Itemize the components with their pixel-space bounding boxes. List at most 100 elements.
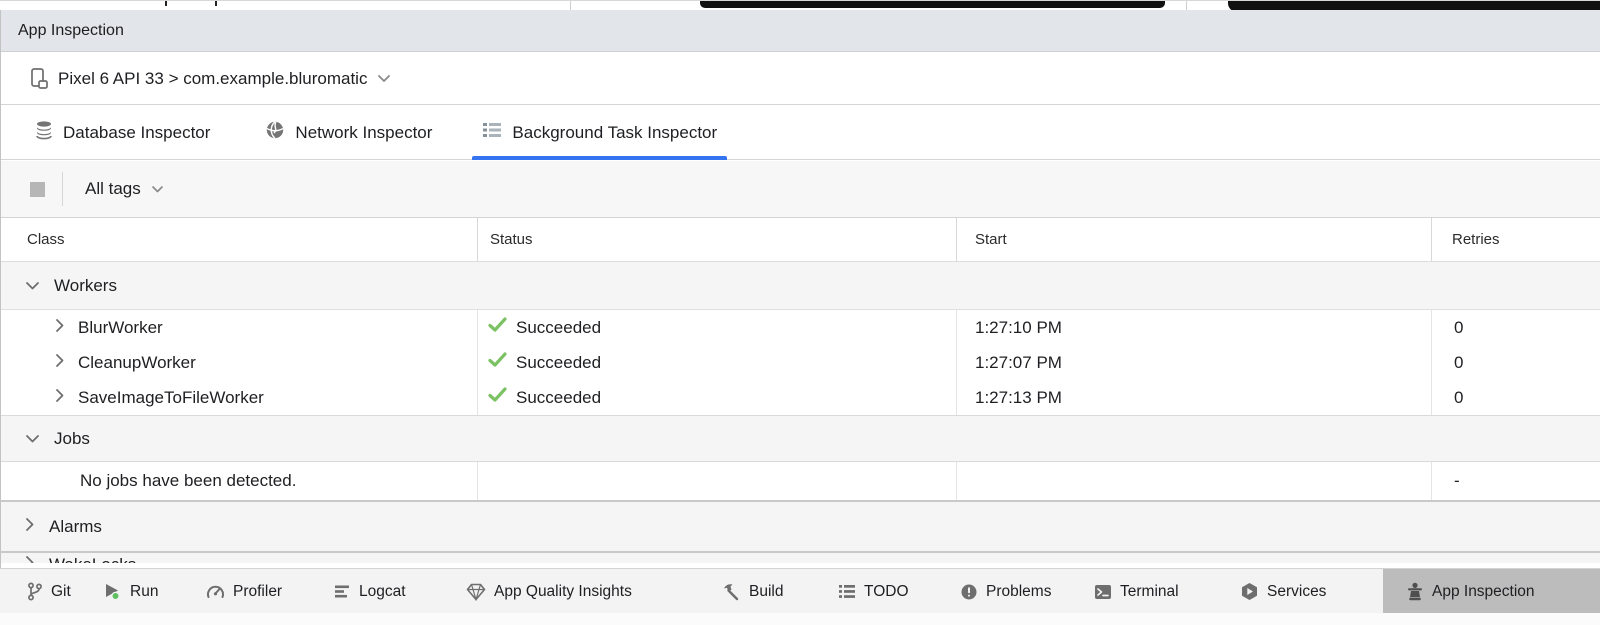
tool-button-label: Services (1267, 583, 1326, 601)
app-inspection-panel: App Inspection Pixel 6 API 33 > com.exam… (0, 0, 1600, 625)
task-list-icon (482, 121, 502, 144)
column-header-start[interactable]: Start (957, 218, 1432, 261)
toolbar-separator (62, 172, 63, 206)
tool-button-build[interactable]: Build (722, 569, 783, 614)
worker-status: Succeeded (516, 318, 601, 338)
tab-label: Background Task Inspector (512, 123, 717, 143)
column-header-status[interactable]: Status (478, 218, 957, 261)
stop-square-icon[interactable] (30, 182, 45, 197)
table-row[interactable]: CleanupWorker Succeeded 1:27:07 PM 0 (0, 345, 1600, 380)
run-play-icon (103, 582, 122, 601)
tool-button-label: Terminal (1120, 583, 1179, 601)
tool-button-app-inspection[interactable]: App Inspection (1383, 569, 1600, 614)
table-row[interactable]: BlurWorker Succeeded 1:27:10 PM 0 (0, 310, 1600, 345)
group-row-jobs[interactable]: Jobs (0, 415, 1600, 462)
inspector-tabs: Database Inspector Network Inspector (0, 106, 1600, 160)
device-process-selector[interactable]: Pixel 6 API 33 > com.example.bluromatic (58, 69, 367, 89)
tool-button-git[interactable]: Git (26, 569, 71, 614)
device-icon (30, 68, 50, 90)
worker-start-time: 1:27:13 PM (957, 380, 1432, 415)
tool-button-label: Problems (986, 583, 1051, 601)
group-name: Jobs (54, 429, 90, 449)
group-row-alarms[interactable]: Alarms (0, 500, 1600, 553)
tool-button-label: TODO (864, 583, 909, 601)
group-row-wakelocks-partial[interactable]: WakeLocks (0, 553, 1600, 563)
chevron-right-icon[interactable] (55, 318, 65, 338)
empty-jobs-message: No jobs have been detected. (0, 462, 478, 500)
chevron-down-icon (151, 179, 164, 199)
text-descender-fragment (165, 1, 167, 6)
column-header-class[interactable]: Class (0, 218, 478, 261)
tool-button-problems[interactable]: Problems (960, 569, 1051, 614)
tab-label: Database Inspector (63, 123, 210, 143)
profiler-gauge-icon (206, 584, 225, 600)
worker-class-name: SaveImageToFileWorker (78, 388, 264, 408)
gem-icon (466, 583, 486, 601)
hammer-icon (722, 582, 741, 601)
tool-button-label: Profiler (233, 583, 282, 601)
chevron-down-icon[interactable] (25, 429, 40, 449)
worker-retries: 0 (1432, 345, 1600, 380)
chevron-right-icon[interactable] (25, 517, 35, 537)
tab-database-inspector[interactable]: Database Inspector (35, 106, 210, 160)
table-row[interactable]: SaveImageToFileWorker Succeeded 1:27:13 … (0, 380, 1600, 415)
chevron-down-icon[interactable] (377, 74, 391, 83)
all-tags-dropdown[interactable]: All tags (85, 179, 164, 199)
worker-class-name: BlurWorker (78, 318, 163, 338)
tool-button-label: Logcat (359, 583, 406, 601)
tool-button-services[interactable]: Services (1240, 569, 1326, 614)
tool-button-label: Build (749, 583, 783, 601)
panel-title: App Inspection (18, 22, 124, 40)
git-branch-icon (26, 582, 43, 601)
group-name: Alarms (49, 517, 102, 537)
database-icon (35, 120, 53, 145)
worker-start-time: 1:27:10 PM (957, 310, 1432, 345)
worker-start-time: 1:27:07 PM (957, 345, 1432, 380)
tab-network-inspector[interactable]: Network Inspector (265, 106, 432, 160)
check-icon (488, 352, 507, 373)
tab-label: Network Inspector (295, 123, 432, 143)
selected-tab-underline (472, 156, 727, 160)
services-hexagon-icon (1240, 582, 1259, 601)
panel-left-border (0, 10, 1, 568)
empty-jobs-row: No jobs have been detected. - (0, 462, 1600, 500)
worker-retries: 0 (1432, 310, 1600, 345)
tool-button-app-quality-insights[interactable]: App Quality Insights (466, 569, 632, 614)
globe-icon (265, 120, 285, 145)
bottom-strip (0, 613, 1600, 625)
tab-background-task-inspector[interactable]: Background Task Inspector (472, 106, 727, 160)
tool-button-label: App Inspection (1432, 583, 1535, 601)
tool-button-terminal[interactable]: Terminal (1094, 569, 1179, 614)
tool-button-label: Git (51, 583, 71, 601)
empty-jobs-retries: - (1432, 462, 1600, 500)
tool-window-bar: Git Run Profiler (0, 568, 1600, 613)
logcat-lines-icon (334, 584, 351, 599)
terminal-icon (1094, 584, 1112, 600)
tool-button-label: App Quality Insights (494, 583, 632, 601)
worker-status: Succeeded (516, 388, 601, 408)
all-tags-label: All tags (85, 179, 141, 199)
bti-toolbar: All tags (0, 161, 1600, 218)
device-selector-row: Pixel 6 API 33 > com.example.bluromatic (0, 53, 1600, 105)
chevron-right-icon[interactable] (55, 353, 65, 373)
text-descender-fragment (215, 1, 217, 6)
chevron-right-icon[interactable] (25, 555, 35, 563)
check-icon (488, 317, 507, 338)
tool-button-logcat[interactable]: Logcat (334, 569, 406, 614)
app-inspection-robot-icon (1406, 582, 1424, 602)
chevron-down-icon[interactable] (25, 276, 40, 296)
chevron-right-icon[interactable] (55, 388, 65, 408)
dark-ui-fragment (700, 1, 1165, 8)
group-row-workers[interactable]: Workers (0, 262, 1600, 310)
column-header-retries[interactable]: Retries (1432, 218, 1600, 261)
table-header-row: Class Status Start Retries (0, 218, 1600, 262)
tool-button-run[interactable]: Run (103, 569, 158, 614)
problems-exclamation-icon (960, 583, 978, 601)
check-icon (488, 387, 507, 408)
task-table: Class Status Start Retries Workers BlurW… (0, 218, 1600, 563)
occluded-top-strip (0, 0, 1600, 10)
tool-button-label: Run (130, 583, 158, 601)
worker-retries: 0 (1432, 380, 1600, 415)
tool-button-profiler[interactable]: Profiler (206, 569, 282, 614)
tool-button-todo[interactable]: TODO (838, 569, 909, 614)
